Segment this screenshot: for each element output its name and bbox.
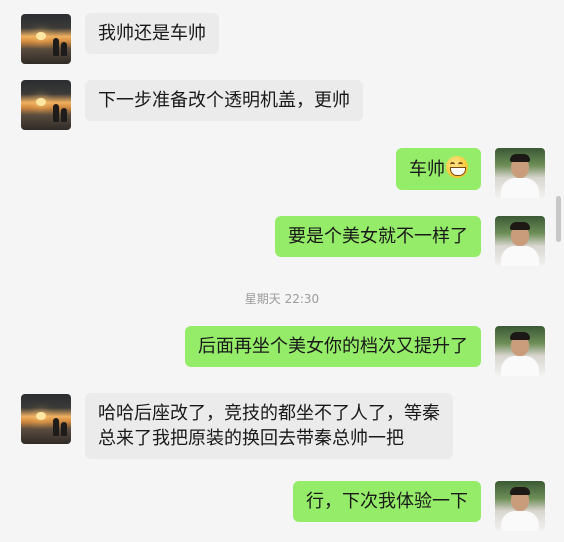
message-bubble-outgoing[interactable]: 要是个美女就不一样了 [275, 216, 481, 257]
message-bubble-outgoing[interactable]: 后面再坐个美女你的档次又提升了 [185, 326, 481, 367]
my-avatar[interactable] [495, 216, 545, 266]
message-text: 我帅还是车帅 [98, 23, 206, 44]
contact-avatar[interactable] [21, 14, 71, 64]
message-text: 哈哈后座改了，竞技的都坐不了人了，等秦总来了我把原装的换回去带秦总帅一把 [98, 403, 440, 449]
timestamp-label: 星期天 22:30 [244, 292, 320, 306]
message-text: 车帅 [409, 159, 445, 180]
message-text: 要是个美女就不一样了 [288, 226, 468, 247]
message-text: 行，下次我体验一下 [306, 491, 468, 512]
grinning-face-icon [446, 156, 468, 178]
message-bubble-outgoing[interactable]: 行，下次我体验一下 [293, 481, 481, 522]
contact-avatar[interactable] [21, 394, 71, 444]
message-bubble-incoming[interactable]: 下一步准备改个透明机盖，更帅 [85, 80, 363, 121]
message-bubble-outgoing[interactable]: 车帅 [396, 148, 481, 190]
my-avatar[interactable] [495, 326, 545, 376]
my-avatar[interactable] [495, 148, 545, 198]
contact-avatar[interactable] [21, 80, 71, 130]
scrollbar-thumb[interactable] [556, 196, 561, 242]
my-avatar[interactable] [495, 481, 545, 531]
message-text: 下一步准备改个透明机盖，更帅 [98, 90, 350, 111]
chat-message-area[interactable]: 我帅还是车帅 下一步准备改个透明机盖，更帅 车帅 要是个美女就不一样了 星期天 … [0, 0, 564, 542]
message-bubble-incoming[interactable]: 哈哈后座改了，竞技的都坐不了人了，等秦总来了我把原装的换回去带秦总帅一把 [85, 393, 453, 459]
message-text: 后面再坐个美女你的档次又提升了 [198, 336, 468, 357]
message-bubble-incoming[interactable]: 我帅还是车帅 [85, 13, 219, 54]
